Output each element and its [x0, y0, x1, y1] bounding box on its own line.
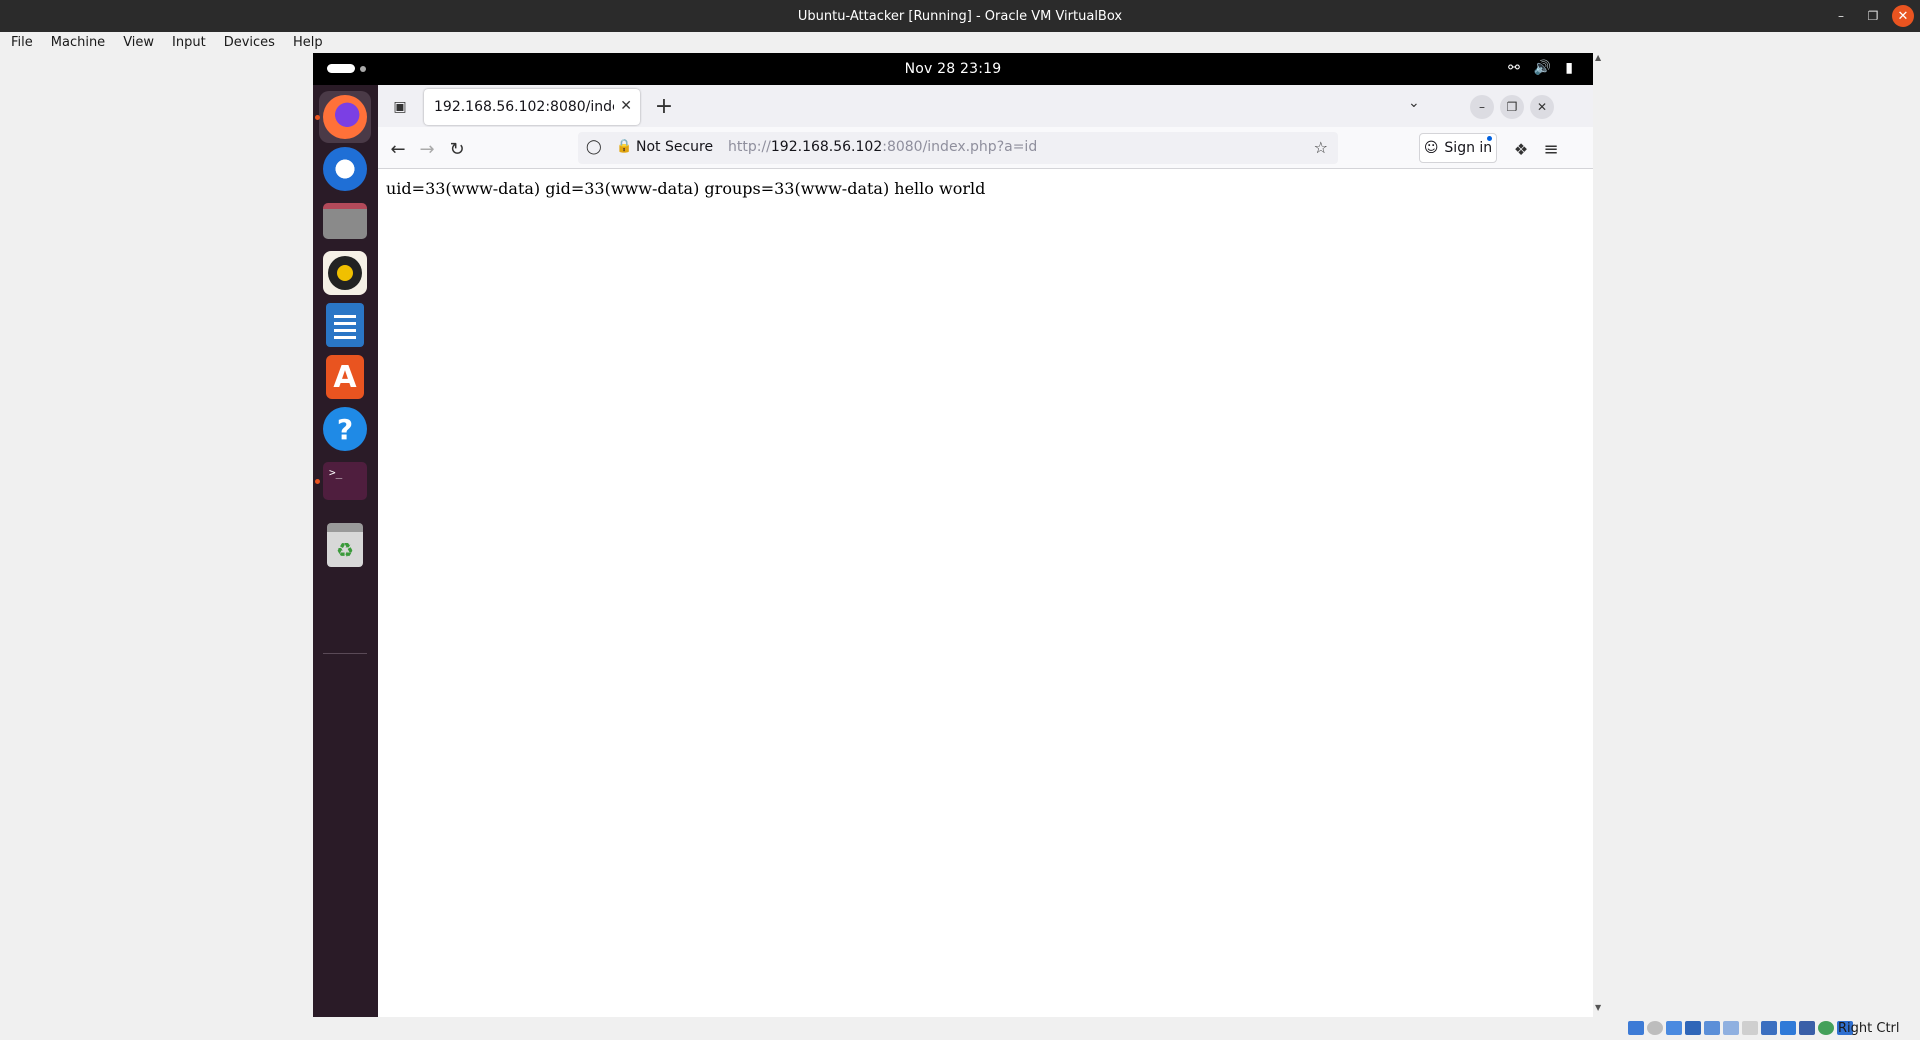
firefox-window: ▣ 192.168.56.102:8080/index.php?a=id ✕ +…: [378, 85, 1593, 1017]
system-tray[interactable]: ⚯ 🔊 ▮: [1508, 60, 1573, 76]
shared-folders-icon[interactable]: [1723, 1021, 1739, 1035]
host-key-label[interactable]: Right Ctrl: [1838, 1021, 1900, 1036]
audio-icon[interactable]: [1666, 1021, 1682, 1035]
running-indicator: [315, 115, 320, 120]
network-adapter-icon[interactable]: [1685, 1021, 1701, 1035]
dock-separator: [323, 653, 367, 654]
dock-help[interactable]: ?: [319, 403, 371, 455]
tracking-protection-shield-icon[interactable]: ◯: [586, 139, 602, 155]
command-output: uid=33(www-data) gid=33(www-data) groups…: [386, 179, 986, 198]
host-statusbar: Right Ctrl: [0, 1017, 1920, 1040]
sign-in-button[interactable]: ☺ Sign in: [1419, 133, 1497, 163]
url-scheme: http://: [728, 139, 771, 155]
firefox-view-button[interactable]: ▣: [388, 95, 412, 119]
dock-files[interactable]: [319, 195, 371, 247]
ff-minimize-button[interactable]: –: [1470, 95, 1494, 119]
not-secure-label[interactable]: Not Secure: [636, 139, 713, 155]
account-icon: ☺: [1423, 140, 1439, 156]
rhythmbox-icon: [323, 251, 367, 295]
host-menubar: File Machine View Input Devices Help: [0, 32, 1920, 53]
app-center-icon: A: [326, 355, 364, 399]
video-capture-icon[interactable]: [1761, 1021, 1777, 1035]
vm-view-scrollbar[interactable]: ▲ ▼: [1593, 53, 1606, 1017]
scroll-down-arrow-icon[interactable]: ▼: [1595, 1003, 1601, 1012]
dock: A ? >_ ♻: [313, 85, 378, 1017]
menu-machine[interactable]: Machine: [50, 35, 106, 50]
clock[interactable]: Nov 28 23:19: [313, 61, 1593, 77]
tab-close-icon[interactable]: ✕: [620, 98, 632, 114]
network-icon[interactable]: ⚯: [1508, 60, 1520, 76]
dock-firefox[interactable]: [315, 91, 371, 143]
notification-dot: [1487, 136, 1492, 141]
host-titlebar: Ubuntu-Attacker [Running] - Oracle VM Vi…: [0, 0, 1920, 32]
optical-drive-icon[interactable]: [1647, 1021, 1663, 1035]
back-arrow-icon[interactable]: ←: [385, 136, 411, 162]
hamburger-menu-icon[interactable]: ≡: [1538, 136, 1564, 162]
host-restore-button[interactable]: ❐: [1860, 5, 1886, 27]
bookmark-star-icon[interactable]: ☆: [1314, 138, 1328, 157]
menu-view[interactable]: View: [122, 35, 155, 50]
volume-icon[interactable]: 🔊: [1534, 60, 1551, 76]
vm-screen-icon[interactable]: [1780, 1021, 1796, 1035]
trash-icon: ♻: [327, 523, 363, 567]
url-path: :8080/index.php?a=id: [882, 139, 1038, 155]
cpu-icon[interactable]: [1799, 1021, 1815, 1035]
host-minimize-button[interactable]: –: [1828, 5, 1854, 27]
ff-restore-button[interactable]: ❐: [1500, 95, 1524, 119]
menu-file[interactable]: File: [10, 35, 34, 50]
mouse-integration-icon[interactable]: [1818, 1021, 1834, 1035]
tab-title: 192.168.56.102:8080/index.php?a=id: [434, 99, 614, 115]
url-host: 192.168.56.102: [770, 139, 883, 155]
vm-screen[interactable]: Nov 28 23:19 ⚯ 🔊 ▮ A ? >_ ♻ ▣ 192.168.56…: [313, 53, 1593, 1017]
gnome-top-bar: Nov 28 23:19 ⚯ 🔊 ▮: [313, 53, 1593, 85]
sign-in-label: Sign in: [1444, 140, 1493, 156]
tab-bar: ▣ 192.168.56.102:8080/index.php?a=id ✕ +…: [378, 85, 1593, 127]
navigation-toolbar: ← → ↻ ◯ 🔒 Not Secure http://192.168.56.1…: [378, 127, 1593, 169]
dock-app-center[interactable]: A: [319, 351, 371, 403]
files-icon: [323, 203, 367, 239]
url-bar[interactable]: ◯ 🔒 Not Secure http://192.168.56.102:808…: [578, 132, 1338, 164]
dock-rhythmbox[interactable]: [319, 247, 371, 299]
page-content: uid=33(www-data) gid=33(www-data) groups…: [378, 169, 1593, 1017]
reload-icon[interactable]: ↻: [444, 136, 470, 162]
usb-icon[interactable]: [1704, 1021, 1720, 1035]
list-all-tabs-chevron-icon[interactable]: ⌄: [1408, 95, 1420, 111]
battery-icon[interactable]: ▮: [1565, 60, 1573, 76]
storage-icon[interactable]: [1628, 1021, 1644, 1035]
firefox-icon: [323, 95, 367, 139]
dock-thunderbird[interactable]: [319, 143, 371, 195]
forward-arrow-icon[interactable]: →: [414, 136, 440, 162]
running-indicator: [315, 479, 320, 484]
menu-devices[interactable]: Devices: [223, 35, 276, 50]
scroll-up-arrow-icon[interactable]: ▲: [1595, 53, 1601, 62]
insecure-lock-icon[interactable]: 🔒: [616, 139, 632, 154]
host-window-title: Ubuntu-Attacker [Running] - Oracle VM Vi…: [797, 8, 1123, 24]
dock-libreoffice-writer[interactable]: [319, 299, 371, 351]
menu-input[interactable]: Input: [171, 35, 207, 50]
display-icon[interactable]: [1742, 1021, 1758, 1035]
writer-icon: [326, 303, 364, 347]
ff-close-button[interactable]: ✕: [1530, 95, 1554, 119]
dock-trash[interactable]: ♻: [319, 519, 371, 571]
host-close-button[interactable]: ✕: [1892, 5, 1914, 27]
extensions-puzzle-icon[interactable]: ❖: [1508, 136, 1534, 162]
menu-help[interactable]: Help: [292, 35, 324, 50]
host-window-controls: – ❐ ✕: [1828, 0, 1914, 32]
help-icon: ?: [323, 407, 367, 451]
tab-active[interactable]: 192.168.56.102:8080/index.php?a=id ✕: [424, 89, 640, 125]
device-status-icons: [1628, 1021, 1853, 1035]
terminal-icon: >_: [323, 462, 367, 500]
thunderbird-icon: [323, 147, 367, 191]
url-text[interactable]: http://192.168.56.102:8080/index.php?a=i…: [728, 139, 1037, 155]
dock-terminal[interactable]: >_: [315, 455, 371, 507]
new-tab-button[interactable]: +: [652, 94, 676, 119]
